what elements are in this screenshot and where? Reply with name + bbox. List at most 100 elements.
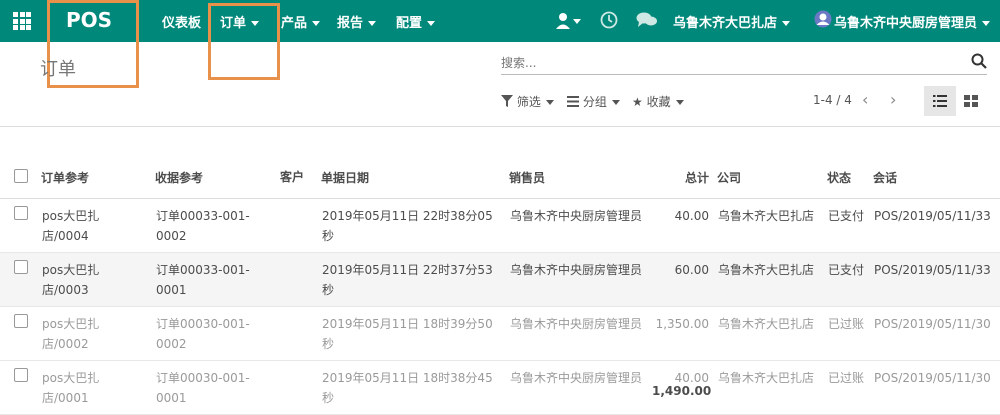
column-header[interactable]: 客户 bbox=[280, 132, 321, 199]
search-icon[interactable] bbox=[971, 53, 987, 69]
chevron-down-icon bbox=[368, 21, 377, 26]
chat-icon[interactable] bbox=[636, 11, 658, 33]
menu-configuration[interactable]: 配置 bbox=[396, 12, 436, 31]
company-cell: 乌鲁木齐大巴扎店 bbox=[717, 306, 827, 361]
column-header[interactable]: 会话 bbox=[873, 132, 1000, 199]
table-row[interactable]: pos大巴扎 店/0001 订单00030-001- 0001 2019年05月11… bbox=[0, 360, 1000, 415]
column-header[interactable]: 总计 bbox=[654, 132, 717, 199]
pager-value[interactable]: 1-4 / 4 bbox=[813, 93, 852, 107]
column-header[interactable]: 收据参考 bbox=[155, 132, 280, 199]
company-name: 乌鲁木齐大巴扎店 bbox=[673, 16, 778, 31]
chevron-right-icon[interactable]: › bbox=[890, 90, 896, 109]
activity-clock-icon[interactable] bbox=[600, 11, 618, 33]
company-switcher[interactable]: 乌鲁木齐大巴扎店 bbox=[673, 12, 791, 31]
order-ref-line: 店/0003 bbox=[42, 283, 89, 297]
customer-cell bbox=[280, 306, 321, 361]
date-line: 2019年05月11日 18时39分50 bbox=[322, 317, 493, 331]
total-cell: 1,350.00 bbox=[654, 306, 717, 361]
column-header[interactable]: 销售员 bbox=[509, 132, 654, 199]
chevron-left-icon[interactable]: ‹ bbox=[862, 90, 868, 109]
user-menu[interactable]: 乌鲁木齐中央厨房管理员 bbox=[834, 12, 991, 31]
customer-cell bbox=[280, 252, 321, 307]
state-cell: 已支付 bbox=[827, 198, 873, 253]
row-checkbox[interactable] bbox=[14, 368, 28, 382]
table-row[interactable]: pos大巴扎 店/0003 订单00033-001- 0001 2019年05月11… bbox=[0, 252, 1000, 307]
star-icon: ★ bbox=[632, 95, 643, 109]
table-row[interactable]: pos大巴扎 店/0002 订单00030-001- 0002 2019年05月11… bbox=[0, 306, 1000, 361]
list-icon bbox=[567, 96, 579, 107]
menu-products-label: 产品 bbox=[281, 16, 308, 31]
filter-dropdown[interactable]: 筛选 bbox=[501, 93, 554, 110]
receipt-ref-cell: 订单00030-001- 0002 bbox=[155, 306, 280, 361]
receipt-ref-line: 订单00033-001- bbox=[156, 263, 250, 277]
favorites-label: 收藏 bbox=[646, 95, 671, 109]
row-checkbox[interactable] bbox=[14, 206, 28, 220]
menu-dashboard[interactable]: 仪表板 bbox=[162, 12, 201, 31]
chevron-down-icon bbox=[545, 100, 554, 105]
state-cell: 已过账 bbox=[827, 306, 873, 361]
order-ref-line: pos大巴扎 bbox=[42, 317, 100, 331]
column-header[interactable]: 订单参考 bbox=[41, 132, 155, 199]
company-cell: 乌鲁木齐大巴扎店 bbox=[717, 360, 827, 415]
column-header[interactable]: 状态 bbox=[827, 132, 873, 199]
user-name: 乌鲁木齐中央厨房管理员 bbox=[834, 16, 978, 31]
kanban-view-button[interactable] bbox=[956, 86, 988, 116]
order-ref-cell: pos大巴扎 店/0003 bbox=[41, 252, 155, 307]
order-ref-line: pos大巴扎 bbox=[42, 371, 100, 385]
select-all-checkbox[interactable] bbox=[14, 169, 28, 183]
contacts-menu[interactable] bbox=[556, 11, 582, 35]
menu-products[interactable]: 产品 bbox=[281, 12, 321, 31]
menu-configuration-label: 配置 bbox=[396, 16, 423, 31]
chevron-down-icon bbox=[427, 21, 436, 26]
search-input[interactable] bbox=[501, 53, 941, 73]
receipt-ref-line: 0002 bbox=[156, 337, 187, 351]
list-view-icon bbox=[933, 95, 947, 107]
date-line: 秒 bbox=[322, 283, 335, 297]
order-ref-line: pos大巴扎 bbox=[42, 209, 100, 223]
order-ref-line: pos大巴扎 bbox=[42, 263, 100, 277]
group-by-label: 分组 bbox=[582, 95, 607, 109]
apps-grid-icon[interactable] bbox=[13, 12, 31, 30]
state-cell: 已支付 bbox=[827, 252, 873, 307]
list-view-button[interactable] bbox=[924, 86, 956, 116]
order-ref-cell: pos大巴扎 店/0004 bbox=[41, 198, 155, 253]
group-by-dropdown[interactable]: 分组 bbox=[567, 93, 620, 110]
row-select-cell bbox=[0, 306, 41, 361]
select-all-cell bbox=[0, 132, 41, 199]
session-cell: POS/2019/05/11/30 bbox=[873, 360, 1000, 415]
company-cell: 乌鲁木齐大巴扎店 bbox=[717, 252, 827, 307]
receipt-ref-cell: 订单00033-001- 0002 bbox=[155, 198, 280, 253]
table-row[interactable]: pos大巴扎 店/0004 订单00033-001- 0002 2019年05月11… bbox=[0, 198, 1000, 253]
orders-table: 订单参考 收据参考 客户 单据日期 销售员 总计 公司 状态 会话 pos大巴扎… bbox=[0, 132, 1000, 415]
date-line: 2019年05月11日 22时37分53 bbox=[322, 263, 493, 277]
receipt-ref-line: 订单00033-001- bbox=[156, 209, 250, 223]
salesperson-cell: 乌鲁木齐中央厨房管理员 bbox=[509, 198, 654, 253]
date-line: 秒 bbox=[322, 337, 335, 351]
user-avatar-icon[interactable] bbox=[814, 10, 832, 32]
row-checkbox[interactable] bbox=[14, 260, 28, 274]
order-ref-line: 店/0002 bbox=[42, 337, 89, 351]
receipt-ref-cell: 订单00030-001- 0001 bbox=[155, 360, 280, 415]
column-header[interactable]: 单据日期 bbox=[321, 132, 509, 199]
row-select-cell bbox=[0, 198, 41, 253]
chevron-down-icon bbox=[982, 21, 991, 26]
date-cell: 2019年05月11日 22时38分05 秒 bbox=[321, 198, 509, 253]
menu-reports[interactable]: 报告 bbox=[337, 12, 377, 31]
date-cell: 2019年05月11日 22时37分53 秒 bbox=[321, 252, 509, 307]
date-line: 秒 bbox=[322, 391, 335, 405]
column-header[interactable]: 公司 bbox=[717, 132, 827, 199]
chevron-down-icon bbox=[675, 100, 684, 105]
menu-dashboard-label: 仪表板 bbox=[162, 16, 202, 31]
order-ref-line: 店/0001 bbox=[42, 391, 89, 405]
session-cell: POS/2019/05/11/30 bbox=[873, 306, 1000, 361]
total-cell: 40.00 bbox=[654, 198, 717, 253]
table-header-row: 订单参考 收据参考 客户 单据日期 销售员 总计 公司 状态 会话 bbox=[0, 132, 1000, 199]
state-cell: 已过账 bbox=[827, 360, 873, 415]
date-cell: 2019年05月11日 18时39分50 秒 bbox=[321, 306, 509, 361]
date-cell: 2019年05月11日 18时38分45 秒 bbox=[321, 360, 509, 415]
page-title: 订单 bbox=[40, 59, 76, 80]
customer-cell bbox=[280, 198, 321, 253]
row-checkbox[interactable] bbox=[14, 314, 28, 328]
receipt-ref-line: 订单00030-001- bbox=[156, 371, 250, 385]
favorites-dropdown[interactable]: ★ 收藏 bbox=[632, 93, 684, 110]
